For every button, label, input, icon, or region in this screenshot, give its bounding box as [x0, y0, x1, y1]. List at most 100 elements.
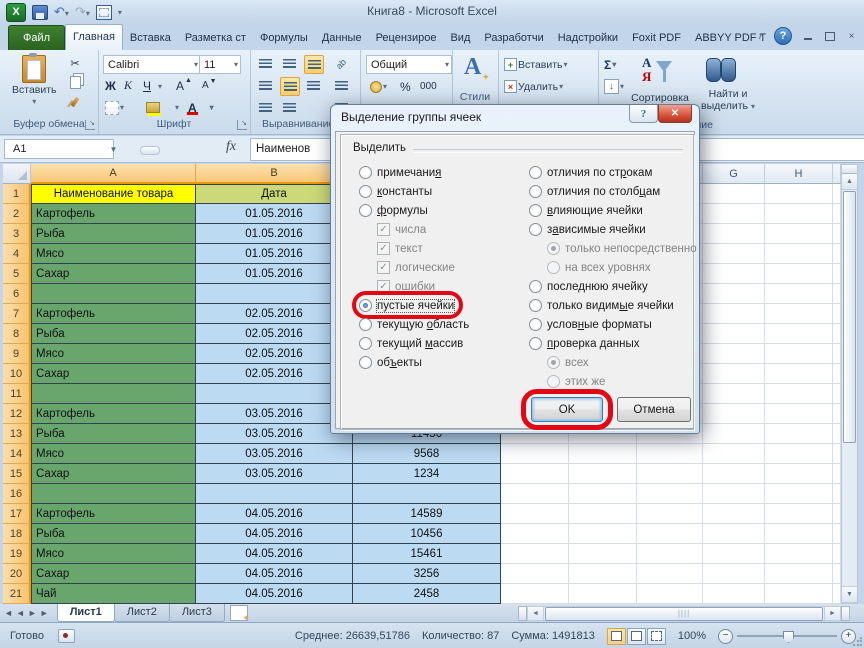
- number-format-select[interactable]: Общий▾: [366, 55, 452, 74]
- radio-icon[interactable]: [529, 318, 542, 331]
- cell[interactable]: [833, 524, 841, 544]
- sheet-tab-2[interactable]: Лист2: [114, 604, 170, 622]
- cell[interactable]: 14589: [353, 504, 501, 524]
- redo-button[interactable]: ↷▾: [75, 5, 90, 19]
- align-middle-icon[interactable]: [280, 55, 298, 72]
- cell[interactable]: [833, 444, 841, 464]
- cancel-button[interactable]: Отмена: [617, 397, 691, 422]
- cell[interactable]: [765, 544, 833, 564]
- radio-icon[interactable]: [529, 204, 542, 217]
- cell[interactable]: [569, 444, 637, 464]
- scroll-up-icon[interactable]: ▲: [842, 174, 857, 190]
- cell[interactable]: Чай: [31, 584, 196, 604]
- zoom-out-icon[interactable]: −: [718, 629, 733, 644]
- font-size-select[interactable]: 11▾: [199, 55, 241, 74]
- cell[interactable]: [765, 204, 833, 224]
- sort-filter-icon[interactable]: АЯ: [642, 55, 672, 87]
- cell[interactable]: [501, 444, 569, 464]
- cell[interactable]: [501, 544, 569, 564]
- row-header-18[interactable]: 18: [3, 524, 31, 544]
- cell[interactable]: Мясо: [31, 344, 196, 364]
- cell[interactable]: [31, 484, 196, 504]
- insert-function-icon[interactable]: fx: [226, 139, 236, 155]
- radio-icon[interactable]: [529, 337, 542, 350]
- cell[interactable]: Мясо: [31, 444, 196, 464]
- underline-button[interactable]: Ч: [141, 77, 153, 94]
- cell[interactable]: [703, 364, 765, 384]
- cell[interactable]: [833, 204, 841, 224]
- cell[interactable]: [765, 384, 833, 404]
- align-top-icon[interactable]: [256, 55, 274, 72]
- horizontal-scrollbar[interactable]: ◄ |||| ►: [518, 606, 850, 620]
- cell[interactable]: [833, 184, 841, 204]
- customize-qat-icon[interactable]: ▾: [118, 8, 122, 17]
- cell[interactable]: [703, 424, 765, 444]
- radio-option-right-9[interactable]: проверка данных: [529, 334, 640, 353]
- cell[interactable]: 15461: [353, 544, 501, 564]
- prev-sheet-icon[interactable]: ◄: [16, 608, 25, 618]
- cell[interactable]: [703, 344, 765, 364]
- cell[interactable]: [637, 544, 703, 564]
- cell[interactable]: [703, 404, 765, 424]
- find-select-label[interactable]: Найти и выделить ▾: [688, 88, 768, 113]
- insert-sheet-icon[interactable]: [230, 605, 248, 621]
- row-header-17[interactable]: 17: [3, 504, 31, 524]
- row-header-16[interactable]: 16: [3, 484, 31, 504]
- wrap-text-icon[interactable]: [332, 77, 350, 94]
- radio-icon[interactable]: [359, 204, 372, 217]
- cell[interactable]: [637, 444, 703, 464]
- sheet-tab-3[interactable]: Лист3: [169, 604, 225, 622]
- cell[interactable]: [765, 444, 833, 464]
- row-header-9[interactable]: 9: [3, 344, 31, 364]
- ribbon-tab-5[interactable]: Данные: [315, 26, 369, 50]
- cell[interactable]: [703, 504, 765, 524]
- cut-icon[interactable]: ✂: [66, 55, 84, 72]
- radio-option-left-10[interactable]: объекты: [359, 353, 422, 372]
- grow-font-button[interactable]: А▲: [174, 77, 194, 94]
- radio-option-right-0[interactable]: отличия по строкам: [529, 163, 652, 182]
- cell[interactable]: [31, 284, 196, 304]
- vertical-scroll-thumb[interactable]: [843, 191, 856, 443]
- macro-record-icon[interactable]: [58, 629, 75, 643]
- cell[interactable]: 04.05.2016: [196, 584, 353, 604]
- row-header-14[interactable]: 14: [3, 444, 31, 464]
- radio-icon[interactable]: [529, 299, 542, 312]
- row-header-7[interactable]: 7: [3, 304, 31, 324]
- cell[interactable]: Рыба: [31, 324, 196, 344]
- row-header-4[interactable]: 4: [3, 244, 31, 264]
- cell[interactable]: [501, 584, 569, 604]
- cell[interactable]: [765, 264, 833, 284]
- cell[interactable]: [833, 324, 841, 344]
- cell[interactable]: 2458: [353, 584, 501, 604]
- cell[interactable]: [833, 504, 841, 524]
- cell[interactable]: [765, 284, 833, 304]
- cell[interactable]: [833, 544, 841, 564]
- ribbon-tab-0[interactable]: Файл: [8, 25, 65, 50]
- cell[interactable]: [637, 464, 703, 484]
- cell[interactable]: [765, 424, 833, 444]
- orientation-icon[interactable]: ab: [332, 55, 350, 72]
- cell[interactable]: [31, 384, 196, 404]
- cell[interactable]: Рыба: [31, 424, 196, 444]
- zoom-slider[interactable]: − +: [718, 629, 856, 644]
- cell[interactable]: [765, 564, 833, 584]
- cell[interactable]: [703, 324, 765, 344]
- delete-cells-button[interactable]: ×Удалить▾: [502, 78, 565, 95]
- cell[interactable]: 03.05.2016: [196, 444, 353, 464]
- cell[interactable]: [703, 204, 765, 224]
- cell[interactable]: Сахар: [31, 564, 196, 584]
- cell[interactable]: [765, 184, 833, 204]
- accounting-format-icon[interactable]: ▾: [368, 78, 389, 95]
- scroll-right-icon[interactable]: ►: [824, 606, 841, 621]
- cell[interactable]: Рыба: [31, 524, 196, 544]
- next-sheet-icon[interactable]: ►: [28, 608, 37, 618]
- row-header-1[interactable]: 1: [3, 184, 31, 204]
- radio-option-left-0[interactable]: примечания: [359, 163, 441, 182]
- zoom-slider-thumb[interactable]: [783, 631, 794, 643]
- radio-icon[interactable]: [529, 223, 542, 236]
- undo-button[interactable]: ↶▾: [54, 5, 69, 19]
- page-layout-view-icon[interactable]: [627, 628, 646, 645]
- ribbon-tab-1[interactable]: Главная: [65, 24, 123, 50]
- cell[interactable]: [637, 524, 703, 544]
- scroll-down-icon[interactable]: ▼: [842, 586, 857, 603]
